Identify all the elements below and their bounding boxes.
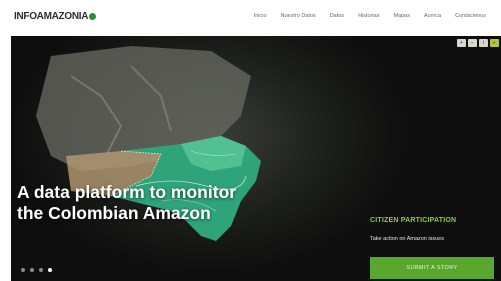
zoom-out-icon[interactable]: − — [468, 39, 477, 47]
nav-item-contactenos[interactable]: Contáctenos — [448, 13, 493, 19]
nav-item-datos[interactable]: Datos — [323, 13, 351, 19]
info-icon[interactable]: i — [479, 39, 488, 47]
logo-text: INFOAMAZONIA — [14, 11, 89, 22]
slide-indicator — [21, 268, 52, 272]
page: INFOAMAZONIA Inicio Nuestro Datos Datos … — [0, 0, 501, 281]
site-logo[interactable]: INFOAMAZONIA — [14, 11, 97, 22]
main-nav: Inicio Nuestro Datos Datos Historias Map… — [247, 13, 493, 19]
nav-item-acerca[interactable]: Acerca — [417, 13, 448, 19]
hero-title: A data platform to monitor the Colombian… — [17, 182, 237, 223]
slide-dot[interactable] — [39, 268, 43, 272]
hero-banner: + − i ◐ A data platform to monitor the C… — [11, 36, 501, 281]
zoom-in-icon[interactable]: + — [457, 39, 466, 47]
slide-dot-active[interactable] — [48, 268, 52, 272]
map-tools: + − i ◐ — [457, 39, 499, 47]
submit-story-button[interactable]: SUBMIT A STORY — [370, 257, 494, 279]
nav-item-inicio[interactable]: Inicio — [247, 13, 274, 19]
logo-mark-icon — [89, 13, 97, 20]
citizen-participation-subtext: Take action on Amazon issues — [370, 236, 444, 242]
nav-item-mapas[interactable]: Mapas — [386, 13, 417, 19]
amazon-map — [36, 46, 261, 241]
header: INFOAMAZONIA Inicio Nuestro Datos Datos … — [0, 0, 501, 36]
nav-item-historias[interactable]: Historias — [351, 13, 386, 19]
nav-item-nuestro-datos[interactable]: Nuestro Datos — [274, 13, 323, 19]
layers-icon[interactable]: ◐ — [490, 39, 499, 47]
slide-dot[interactable] — [30, 268, 34, 272]
slide-dot[interactable] — [21, 268, 25, 272]
citizen-participation-heading: CITIZEN PARTICIPATION — [370, 217, 457, 224]
